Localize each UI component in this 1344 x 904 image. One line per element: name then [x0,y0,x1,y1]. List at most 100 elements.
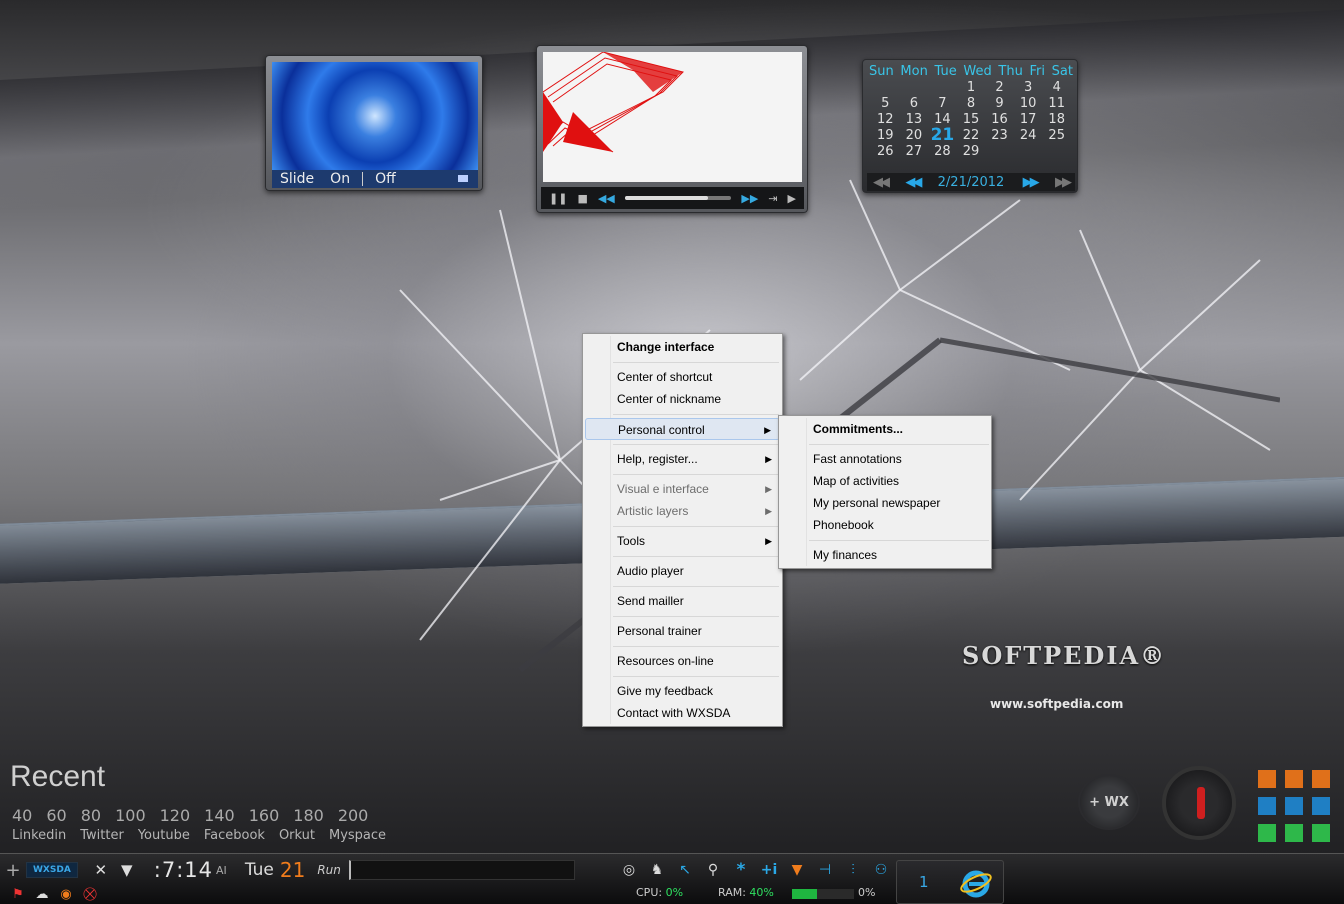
prev-month-icon[interactable]: ◀◀ [905,175,922,190]
app-tile[interactable] [1285,797,1303,815]
run-input[interactable] [348,860,575,880]
app-tile[interactable] [1258,770,1276,788]
submenu-fast-annotations[interactable]: Fast annotations [781,448,989,470]
wx-button[interactable]: + WX [1078,774,1140,830]
dropdown-icon[interactable]: ▼ [114,861,140,879]
network-icon[interactable]: ☁ [34,887,50,902]
calendar-today[interactable]: 21 [928,127,957,144]
menu-visual-interface: Visual e interface ▶ [585,478,780,500]
user-icon[interactable]: ⚇ [872,862,890,878]
menu-help-register[interactable]: Help, register... ▶ [585,448,780,470]
calendar-day[interactable]: 11 [1042,96,1071,111]
down-triangle-icon[interactable]: ▼ [788,862,806,878]
rewind-icon[interactable]: ◀◀ [598,192,615,205]
submenu-map-of-activities[interactable]: Map of activities [781,470,989,492]
app-tile[interactable] [1258,824,1276,842]
slide-off-button[interactable]: Off [367,171,404,187]
calendar-day[interactable]: 3 [1014,80,1043,95]
menu-personal-trainer[interactable]: Personal trainer [585,620,780,642]
search-icon[interactable]: ⚲ [704,862,722,878]
calendar-day[interactable]: 12 [871,112,900,127]
menu-personal-control[interactable]: Personal control ▶ [585,418,780,440]
recent-link-linkedin[interactable]: Linkedin [12,828,66,843]
calendar-day[interactable]: 22 [957,128,986,143]
calendar-day[interactable]: 28 [928,144,957,159]
arrow-icon[interactable]: ↖ [676,862,694,878]
menu-tools[interactable]: Tools ▶ [585,530,780,552]
submenu-phonebook[interactable]: Phonebook [781,514,989,536]
mask-icon[interactable]: ♞ [648,862,666,878]
submenu-personal-newspaper[interactable]: My personal newspaper [781,492,989,514]
menu-contact[interactable]: Contact with WXSDA [585,702,780,724]
slide-window-icon[interactable] [458,175,468,182]
menu-give-feedback[interactable]: Give my feedback [585,680,780,702]
calendar-day[interactable]: 1 [957,80,986,95]
recent-link-myspace[interactable]: Myspace [329,828,386,843]
stop-icon[interactable]: ■ [577,192,587,205]
calendar-day[interactable]: 17 [1014,112,1043,127]
calendar-day[interactable]: 20 [900,128,929,143]
app-tile[interactable] [1312,770,1330,788]
internet-explorer-icon[interactable] [959,867,993,899]
tools-cross-icon[interactable]: ✕ [88,861,114,879]
power-button[interactable] [1162,766,1236,840]
submenu-commitments[interactable]: Commitments... [781,418,989,440]
calendar-day[interactable]: 6 [900,96,929,111]
add-info-icon[interactable]: +i [760,862,778,878]
calendar-day[interactable]: 23 [985,128,1014,143]
app-tile[interactable] [1258,797,1276,815]
menu-center-of-shortcut[interactable]: Center of shortcut [585,366,780,388]
calendar-day[interactable]: 16 [985,112,1014,127]
play-icon[interactable]: ▶ [788,192,796,205]
app-tile[interactable] [1285,770,1303,788]
app-tile[interactable] [1312,824,1330,842]
calendar-day[interactable]: 4 [1042,80,1071,95]
calendar-day[interactable]: 9 [985,96,1014,111]
menu-audio-player[interactable]: Audio player [585,560,780,582]
align-icon[interactable]: ⫶ [844,862,862,878]
calendar-day[interactable]: 7 [928,96,957,111]
wxsda-label[interactable]: WXSDA [26,862,78,878]
calendar-day[interactable]: 15 [957,112,986,127]
calendar-day[interactable]: 27 [900,144,929,159]
next-month-icon[interactable]: ▶▶ [1023,175,1040,190]
recent-link-facebook[interactable]: Facebook [204,828,265,843]
calendar-day[interactable]: 19 [871,128,900,143]
submenu-my-finances[interactable]: My finances [781,544,989,566]
calendar-day[interactable]: 26 [871,144,900,159]
menu-center-of-nickname[interactable]: Center of nickname [585,388,780,410]
pause-icon[interactable]: ❚❚ [549,192,567,205]
menu-send-mailler[interactable]: Send mailler [585,590,780,612]
recent-link-twitter[interactable]: Twitter [80,828,124,843]
app-tile[interactable] [1285,824,1303,842]
flag-icon[interactable]: ⚑ [10,887,26,902]
calendar-day[interactable]: 2 [985,80,1014,95]
player-seek-bar[interactable] [624,196,732,200]
calendar-day[interactable]: 5 [871,96,900,111]
recent-number: 80 [80,806,102,825]
calendar-day[interactable]: 10 [1014,96,1043,111]
browser-icon[interactable]: ◉ [58,887,74,902]
prev-year-icon[interactable]: ◀◀ [873,175,890,190]
calendar-day[interactable]: 29 [957,144,986,159]
menu-resources-online[interactable]: Resources on-line [585,650,780,672]
asterisk-icon[interactable]: * [732,860,750,880]
slide-on-button[interactable]: On [322,171,358,187]
next-year-icon[interactable]: ▶▶ [1055,175,1072,190]
app-tile[interactable] [1312,797,1330,815]
recent-link-orkut[interactable]: Orkut [279,828,315,843]
next-track-icon[interactable]: ⇥ [768,192,777,205]
add-icon[interactable]: + [0,860,26,881]
warning-icon[interactable]: ⛒ [82,887,98,902]
calendar-day[interactable]: 18 [1042,112,1071,127]
bracket-icon[interactable]: ⊣ [816,862,834,878]
fast-forward-icon[interactable]: ▶▶ [741,192,758,205]
refresh-icon[interactable]: ◎ [620,862,638,878]
calendar-day[interactable]: 24 [1014,128,1043,143]
calendar-day[interactable]: 8 [957,96,986,111]
menu-change-interface[interactable]: Change interface [585,336,780,358]
recent-link-youtube[interactable]: Youtube [138,828,190,843]
clock-date: 21 [279,858,306,882]
calendar-day[interactable]: 25 [1042,128,1071,143]
calendar-day[interactable]: 13 [900,112,929,127]
